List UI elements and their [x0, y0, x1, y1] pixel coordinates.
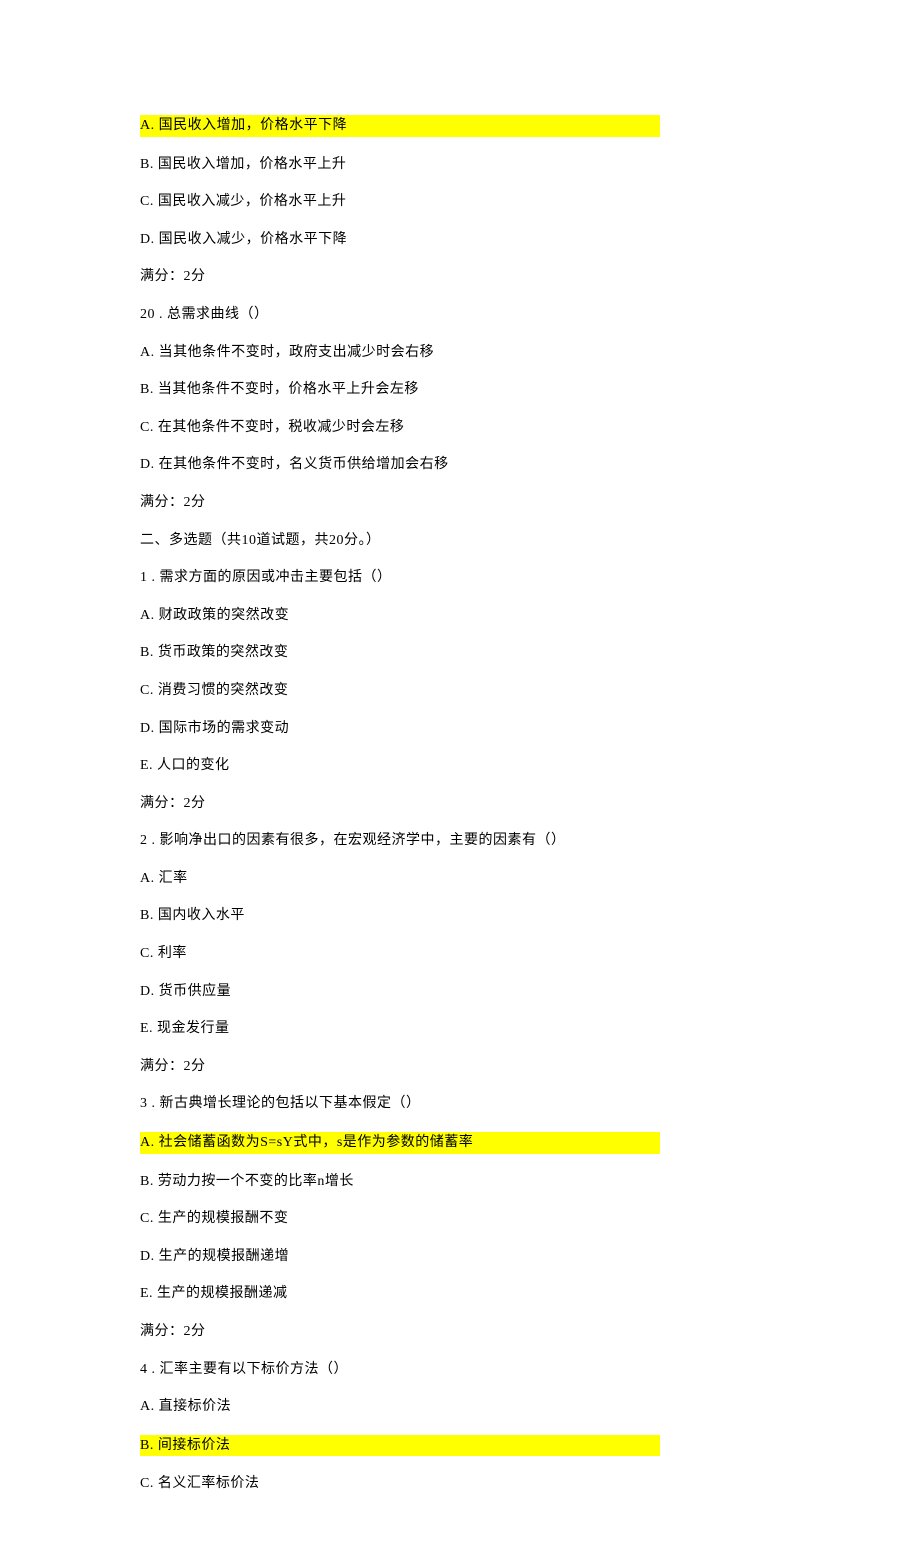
text-line: D. 生产的规模报酬递增 — [140, 1247, 780, 1267]
text-line: 满分：2分 — [140, 493, 780, 513]
text-line: 满分：2分 — [140, 1057, 780, 1077]
text-line: C. 在其他条件不变时，税收减少时会左移 — [140, 418, 780, 438]
text-line: A. 当其他条件不变时，政府支出减少时会右移 — [140, 343, 780, 363]
text-line: E. 人口的变化 — [140, 756, 780, 776]
text-line: A. 社会储蓄函数为S=sY式中，s是作为参数的储蓄率 — [140, 1132, 660, 1154]
text-line: C. 国民收入减少，价格水平上升 — [140, 192, 780, 212]
text-line: E. 生产的规模报酬递减 — [140, 1284, 780, 1304]
text-line: D. 在其他条件不变时，名义货币供给增加会右移 — [140, 455, 780, 475]
text-line: 2 . 影响净出口的因素有很多，在宏观经济学中，主要的因素有（） — [140, 831, 780, 851]
text-line: 满分：2分 — [140, 1322, 780, 1342]
text-line: B. 国民收入增加，价格水平上升 — [140, 155, 780, 175]
text-line: 3 . 新古典增长理论的包括以下基本假定（） — [140, 1094, 780, 1114]
text-line: B. 国内收入水平 — [140, 906, 780, 926]
text-line: E. 现金发行量 — [140, 1019, 780, 1039]
text-line: 20 . 总需求曲线（） — [140, 305, 780, 325]
text-line: B. 当其他条件不变时，价格水平上升会左移 — [140, 380, 780, 400]
text-line: C. 名义汇率标价法 — [140, 1474, 780, 1494]
text-line: 1 . 需求方面的原因或冲击主要包括（） — [140, 568, 780, 588]
text-line: A. 财政政策的突然改变 — [140, 606, 780, 626]
text-line: B. 劳动力按一个不变的比率n增长 — [140, 1172, 780, 1192]
text-line: C. 生产的规模报酬不变 — [140, 1209, 780, 1229]
text-line: D. 货币供应量 — [140, 982, 780, 1002]
text-line: 4 . 汇率主要有以下标价方法（） — [140, 1360, 780, 1380]
text-line: B. 间接标价法 — [140, 1435, 660, 1457]
text-line: D. 国民收入减少，价格水平下降 — [140, 230, 780, 250]
text-line: B. 货币政策的突然改变 — [140, 643, 780, 663]
document-content: A. 国民收入增加，价格水平下降 B. 国民收入增加，价格水平上升 C. 国民收入减… — [140, 115, 780, 1494]
text-line: A. 汇率 — [140, 869, 780, 889]
text-line: D. 国际市场的需求变动 — [140, 719, 780, 739]
text-line: C. 消费习惯的突然改变 — [140, 681, 780, 701]
text-line: 满分：2分 — [140, 267, 780, 287]
text-line: A. 直接标价法 — [140, 1397, 780, 1417]
text-line: 二、多选题（共10道试题，共20分。） — [140, 531, 780, 551]
text-line: C. 利率 — [140, 944, 780, 964]
text-line: A. 国民收入增加，价格水平下降 — [140, 115, 660, 137]
text-line: 满分：2分 — [140, 794, 780, 814]
